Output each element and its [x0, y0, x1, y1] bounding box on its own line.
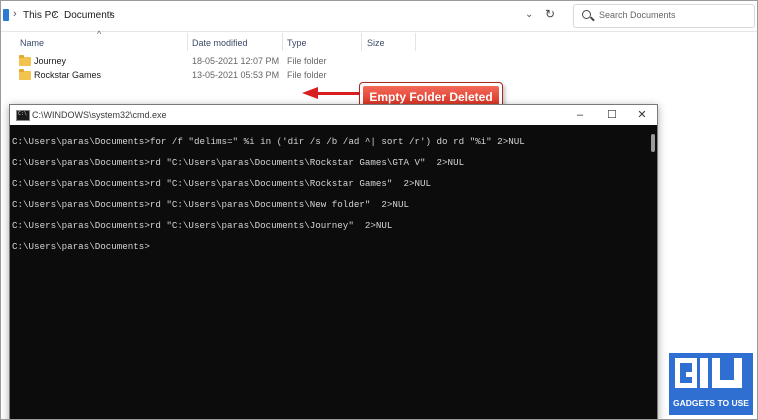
search-icon	[582, 10, 591, 19]
cmd-title-bar[interactable]: C:\WINDOWS\system32\cmd.exe – ☐ ✕	[10, 105, 657, 125]
callout-text: Empty Folder Deleted	[369, 90, 493, 104]
column-divider[interactable]	[282, 33, 283, 51]
column-header-date-modified[interactable]: Date modified	[192, 38, 248, 48]
file-name: Journey	[34, 56, 67, 66]
cmd-scrollbar[interactable]	[650, 126, 657, 419]
column-header-name[interactable]: Name	[20, 38, 44, 48]
console-line: C:\Users\paras\Documents>for /f "delims=…	[12, 136, 525, 147]
annotation-arrow-shaft	[317, 92, 361, 95]
chevron-right-icon: ›	[109, 8, 113, 20]
search-placeholder: Search Documents	[599, 10, 676, 20]
cmd-window-title: C:\WINDOWS\system32\cmd.exe	[32, 110, 167, 120]
address-bar[interactable]: › This PC › Documents › ⌄ ↻ Search Docum…	[1, 1, 757, 32]
chevron-right-icon: ›	[13, 8, 17, 20]
cmd-console-output[interactable]: C:\Users\paras\Documents>for /f "delims=…	[10, 126, 650, 419]
console-line-prompt: C:\Users\paras\Documents>	[12, 241, 150, 252]
folder-icon	[19, 55, 31, 66]
logo-caption: GADGETS TO USE	[673, 398, 749, 408]
folder-icon	[19, 69, 31, 80]
breadcrumb-documents[interactable]: Documents	[64, 10, 115, 21]
maximize-button[interactable]: ☐	[597, 105, 627, 125]
chevron-right-icon: ›	[53, 8, 57, 20]
file-date: 13-05-2021 05:53 PM	[192, 70, 280, 80]
screenshot-frame: › This PC › Documents › ⌄ ↻ Search Docum…	[0, 0, 758, 420]
column-divider[interactable]	[415, 33, 416, 51]
column-divider[interactable]	[361, 33, 362, 51]
file-type: File folder	[287, 56, 327, 66]
gadgets-to-use-logo: GADGETS TO USE	[669, 353, 753, 415]
file-date: 18-05-2021 12:07 PM	[192, 56, 280, 66]
annotation-arrow-head	[302, 87, 318, 99]
console-line: C:\Users\paras\Documents>rd "C:\Users\pa…	[12, 199, 409, 210]
file-name: Rockstar Games	[34, 70, 102, 80]
console-line: C:\Users\paras\Documents>rd "C:\Users\pa…	[12, 178, 432, 189]
cmd-app-icon	[16, 110, 30, 121]
console-line: C:\Users\paras\Documents>rd "C:\Users\pa…	[12, 220, 393, 231]
file-row-journey[interactable]: Journey 18-05-2021 12:07 PM File folder	[1, 55, 757, 70]
cmd-window[interactable]: C:\WINDOWS\system32\cmd.exe – ☐ ✕ C:\Use…	[9, 104, 658, 419]
scroll-thumb[interactable]	[651, 134, 655, 152]
sort-ascending-icon: ^	[97, 29, 102, 39]
console-line: C:\Users\paras\Documents>rd "C:\Users\pa…	[12, 157, 465, 168]
refresh-icon[interactable]: ↻	[545, 7, 555, 21]
address-dropdown-icon[interactable]: ⌄	[525, 9, 533, 20]
column-header-type[interactable]: Type	[287, 38, 307, 48]
this-pc-icon	[3, 9, 9, 21]
column-divider[interactable]	[187, 33, 188, 51]
close-button[interactable]: ✕	[627, 105, 657, 125]
file-type: File folder	[287, 70, 327, 80]
minimize-button[interactable]: –	[565, 105, 595, 125]
search-input[interactable]: Search Documents	[573, 4, 755, 28]
column-header-size[interactable]: Size	[367, 38, 385, 48]
